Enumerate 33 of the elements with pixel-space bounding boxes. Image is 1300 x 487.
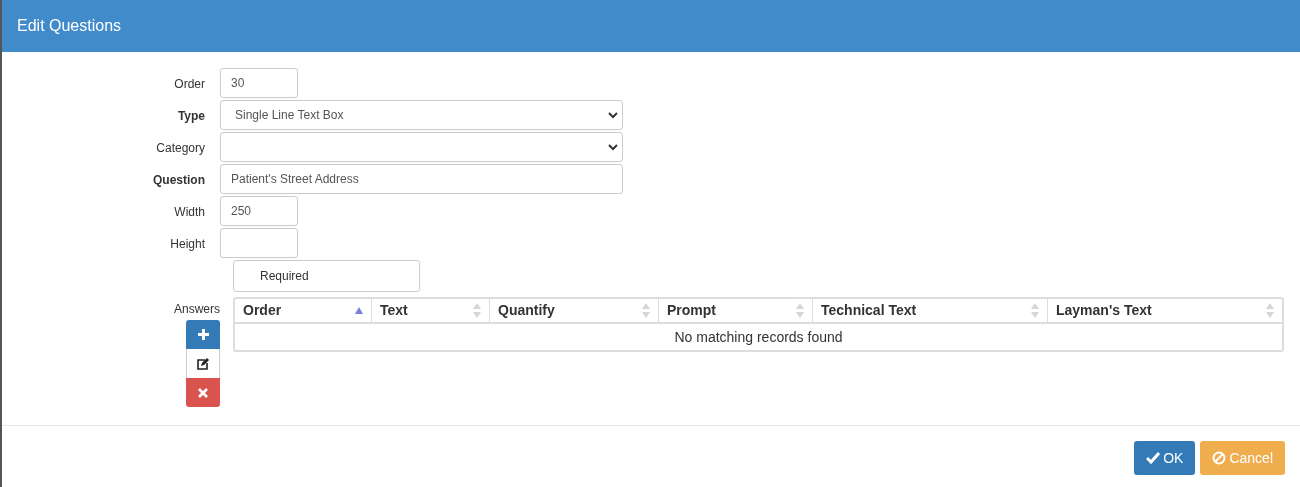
field-label: Category: [155, 140, 206, 157]
column-header[interactable]: Technical Text: [812, 299, 1047, 322]
column-header[interactable]: Text: [371, 299, 489, 322]
delete-button[interactable]: [186, 378, 220, 407]
field-label: Order: [173, 76, 206, 93]
dropdown-field[interactable]: Single Line Text Box: [220, 100, 623, 130]
field-label: Height: [169, 236, 206, 253]
field-label: Width: [173, 204, 206, 221]
dialog-title: Edit Questions: [17, 16, 122, 36]
edit-button[interactable]: [186, 349, 220, 378]
text-field[interactable]: 250: [220, 196, 298, 226]
empty-message: No matching records found: [674, 327, 843, 347]
field-label: Type: [176, 108, 206, 125]
ban-icon: [1212, 451, 1227, 465]
ok-button[interactable]: OK: [1134, 441, 1196, 475]
field-label: Question: [152, 172, 206, 189]
answers-label: Answers: [174, 301, 220, 318]
close-icon: [198, 387, 208, 398]
column-header[interactable]: Order: [235, 299, 371, 322]
chevron-down-icon: [608, 143, 618, 151]
text-field[interactable]: 30: [220, 68, 298, 98]
chevron-down-icon: [608, 111, 618, 119]
column-header[interactable]: Layman's Text: [1047, 299, 1282, 322]
checkmark-icon: [1146, 452, 1161, 464]
column-header[interactable]: Prompt: [658, 299, 812, 322]
edit-icon: [197, 357, 209, 370]
column-header[interactable]: Quantify: [489, 299, 658, 322]
plus-icon: [197, 329, 209, 340]
text-field[interactable]: [220, 228, 298, 258]
dropdown-field[interactable]: [220, 132, 623, 162]
text-field[interactable]: Patient's Street Address: [220, 164, 623, 194]
checkbox-label[interactable]: Required: [233, 260, 420, 292]
add-button[interactable]: [186, 320, 220, 349]
